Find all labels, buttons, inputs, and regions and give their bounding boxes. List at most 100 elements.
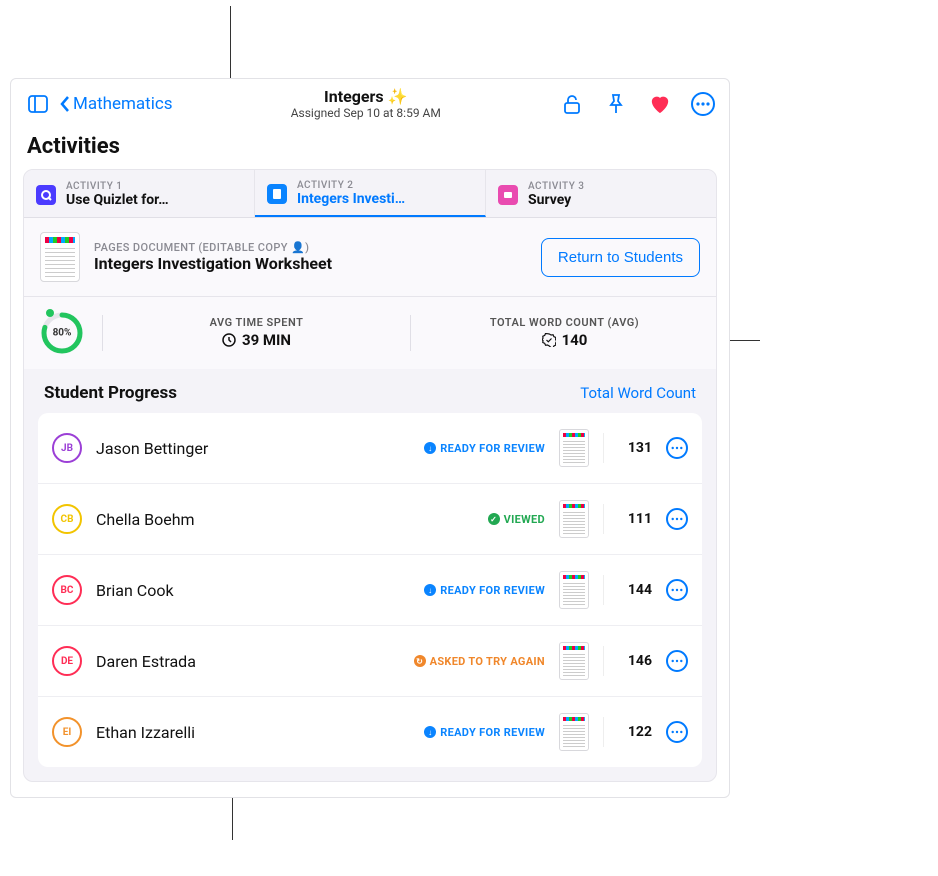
- back-button[interactable]: Mathematics: [59, 94, 173, 114]
- student-row[interactable]: BC Brian Cook ↓READY FOR REVIEW 144: [38, 555, 702, 626]
- status-icon: ✓: [488, 513, 500, 525]
- word-count-filter-link[interactable]: Total Word Count: [580, 384, 696, 402]
- student-row[interactable]: JB Jason Bettinger ↓ READY FOR REVIEW 131: [38, 413, 702, 484]
- word-count-value: 111: [618, 511, 652, 527]
- tab-activity-2[interactable]: ACTIVITY 2 Integers Investi…: [255, 170, 486, 217]
- app-window: Mathematics Integers ✨ Assigned Sep 10 a…: [10, 78, 730, 798]
- status-badge: ↓ READY FOR REVIEW: [424, 442, 545, 455]
- student-row[interactable]: EI Ethan Izzarelli ↓ READY FOR REVIEW 122: [38, 697, 702, 767]
- more-icon: [671, 726, 683, 738]
- stat-label: AVG TIME SPENT: [121, 316, 392, 329]
- row-more-button[interactable]: [666, 650, 688, 672]
- row-more-button[interactable]: [666, 508, 688, 530]
- submission-thumbnail[interactable]: [559, 571, 589, 609]
- more-icon: [671, 655, 683, 667]
- submission-thumbnail[interactable]: [559, 429, 589, 467]
- more-icon: [671, 584, 683, 596]
- progress-ring: 80%: [40, 311, 84, 355]
- status-label: READY FOR REVIEW: [440, 726, 545, 739]
- avatar: EI: [52, 717, 82, 747]
- submission-thumbnail[interactable]: [559, 500, 589, 538]
- status-badge: ✓ VIEWED: [488, 513, 545, 526]
- progress-percent: 80%: [53, 328, 72, 339]
- divider: [603, 504, 604, 534]
- more-icon: [671, 513, 683, 525]
- more-icon: [696, 102, 710, 106]
- avatar: CB: [52, 504, 82, 534]
- tab-label: Survey: [528, 192, 584, 208]
- pin-icon[interactable]: [603, 91, 629, 117]
- submission-thumbnail[interactable]: [559, 642, 589, 680]
- word-count-value: 122: [618, 724, 652, 740]
- student-progress-title: Student Progress: [44, 383, 177, 403]
- badge-icon: [542, 333, 556, 347]
- tab-overline: ACTIVITY 1: [66, 181, 169, 192]
- status-badge: ↓READY FOR REVIEW: [424, 584, 545, 597]
- divider: [603, 575, 604, 605]
- status-badge: ↓ READY FOR REVIEW: [424, 726, 545, 739]
- status-label: VIEWED: [504, 513, 545, 526]
- student-name: Jason Bettinger: [96, 439, 410, 458]
- favorite-icon[interactable]: [647, 91, 673, 117]
- more-button[interactable]: [691, 92, 715, 116]
- divider: [603, 433, 604, 463]
- student-row[interactable]: CBChella Boehm✓VIEWED111: [38, 484, 702, 555]
- tab-label: Use Quizlet for…: [66, 192, 169, 208]
- student-name: Brian Cook: [96, 581, 410, 600]
- word-count-value: 131: [618, 440, 652, 456]
- status-icon: ↓: [424, 726, 436, 738]
- quizlet-icon: [36, 185, 56, 205]
- word-count-value: 146: [618, 653, 652, 669]
- divider: [102, 315, 103, 351]
- status-label: ASKED TO TRY AGAIN: [430, 655, 545, 668]
- stat-value: 140: [542, 331, 588, 349]
- sidebar-toggle-icon[interactable]: [25, 91, 51, 117]
- document-thumbnail[interactable]: [40, 232, 80, 282]
- divider: [603, 717, 604, 747]
- divider: [410, 315, 411, 351]
- survey-icon: [498, 185, 518, 205]
- person-icon: 👤: [291, 241, 305, 254]
- chevron-left-icon: [59, 95, 71, 113]
- status-label: READY FOR REVIEW: [440, 442, 545, 455]
- header-bar: Mathematics Integers ✨ Assigned Sep 10 a…: [11, 79, 729, 128]
- lock-icon[interactable]: [559, 91, 585, 117]
- word-count-value: 144: [618, 582, 652, 598]
- avatar: BC: [52, 575, 82, 605]
- submission-thumbnail[interactable]: [559, 713, 589, 751]
- stat-value: 39 MIN: [222, 331, 291, 349]
- header-left: Mathematics: [25, 91, 173, 117]
- header-right: [559, 91, 715, 117]
- back-label: Mathematics: [73, 94, 173, 114]
- status-icon: ↻: [414, 655, 426, 667]
- student-progress-header: Student Progress Total Word Count: [24, 369, 716, 413]
- tab-overline: ACTIVITY 2: [297, 180, 405, 191]
- row-more-button[interactable]: [666, 437, 688, 459]
- document-info: PAGES DOCUMENT (EDITABLE COPY 👤) Integer…: [94, 241, 527, 273]
- tab-activity-1[interactable]: ACTIVITY 1 Use Quizlet for…: [24, 170, 255, 217]
- status-icon: ↓: [424, 442, 436, 454]
- more-icon: [671, 442, 683, 454]
- student-row[interactable]: DE Daren Estrada ↻ ASKED TO TRY AGAIN 146: [38, 626, 702, 697]
- clock-icon: [222, 333, 236, 347]
- stat-label: TOTAL WORD COUNT (AVG): [429, 316, 700, 329]
- section-title: Activities: [11, 128, 729, 169]
- stats-row: 80% AVG TIME SPENT 39 MIN TOTAL WORD COU…: [24, 297, 716, 369]
- row-more-button[interactable]: [666, 579, 688, 601]
- stat-word-count: TOTAL WORD COUNT (AVG) 140: [429, 316, 700, 351]
- activity-tabs: ACTIVITY 1 Use Quizlet for… ACTIVITY 2 I…: [24, 170, 716, 218]
- row-more-button[interactable]: [666, 721, 688, 743]
- progress-dot-icon: [46, 309, 54, 317]
- student-name: Daren Estrada: [96, 652, 400, 671]
- return-to-students-button[interactable]: Return to Students: [541, 238, 700, 277]
- tab-activity-3[interactable]: ACTIVITY 3 Survey: [486, 170, 716, 217]
- tab-label: Integers Investi…: [297, 191, 405, 207]
- student-list: JBJason Bettinger↓READY FOR REVIEW131CBC…: [38, 413, 702, 767]
- stat-avg-time: AVG TIME SPENT 39 MIN: [121, 316, 392, 351]
- avatar: JB: [52, 433, 82, 463]
- student-name: Ethan Izzarelli: [96, 723, 410, 742]
- document-title: Integers Investigation Worksheet: [94, 254, 527, 273]
- status-label: READY FOR REVIEW: [440, 584, 545, 597]
- avatar: DE: [52, 646, 82, 676]
- assignment-meta: Assigned Sep 10 at 8:59 AM: [183, 106, 549, 120]
